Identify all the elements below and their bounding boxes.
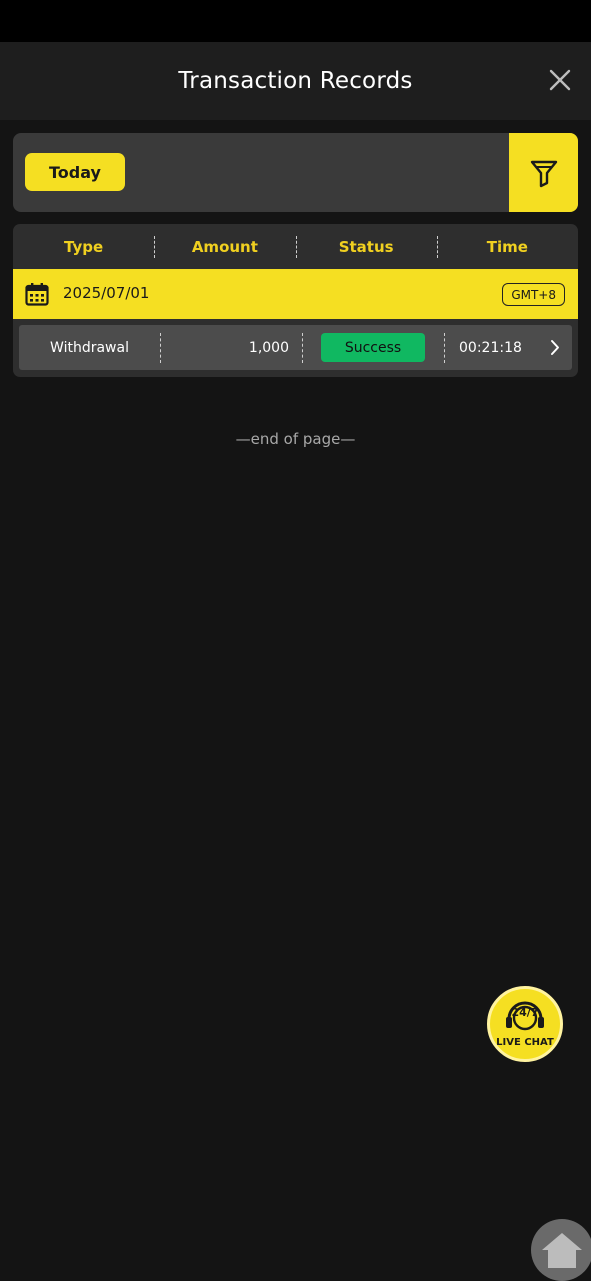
filter-button[interactable] [509,133,578,212]
live-chat-label: LIVE CHAT [496,1037,554,1048]
date-group-header: 2025/07/01 GMT+8 [13,269,578,319]
filter-bar: Today [13,133,578,212]
status-badge: Success [321,333,425,362]
home-button[interactable] [531,1219,591,1281]
column-header-time: Time [436,235,578,258]
transaction-table: Type Amount Status Time 2025/07/01 GMT+8… [13,224,578,377]
funnel-icon [530,160,557,187]
column-header-amount: Amount [154,235,295,258]
table-header: Type Amount Status Time [13,224,578,269]
column-header-status: Status [295,235,437,258]
status-bar [0,0,591,42]
close-icon[interactable] [549,69,571,91]
row-status: Success [302,325,444,370]
table-row[interactable]: Withdrawal 1,000 Success 00:21:18 [19,325,572,370]
home-icon [542,1233,582,1268]
timezone-badge: GMT+8 [502,283,565,306]
row-amount: 1,000 [248,339,289,356]
header: Transaction Records [0,42,591,120]
date-range-button[interactable]: Today [25,153,125,191]
row-type: Withdrawal [50,339,129,356]
group-date: 2025/07/01 [63,284,150,302]
column-header-type: Type [64,237,104,256]
page-title: Transaction Records [178,68,413,94]
chevron-right-icon [550,339,560,360]
live-chat-button[interactable]: 24/7 LIVE CHAT [487,986,563,1062]
calendar-icon [25,282,49,310]
end-of-page-text: —end of page— [235,430,356,448]
live-chat-badge: 24/7 [511,1006,539,1019]
